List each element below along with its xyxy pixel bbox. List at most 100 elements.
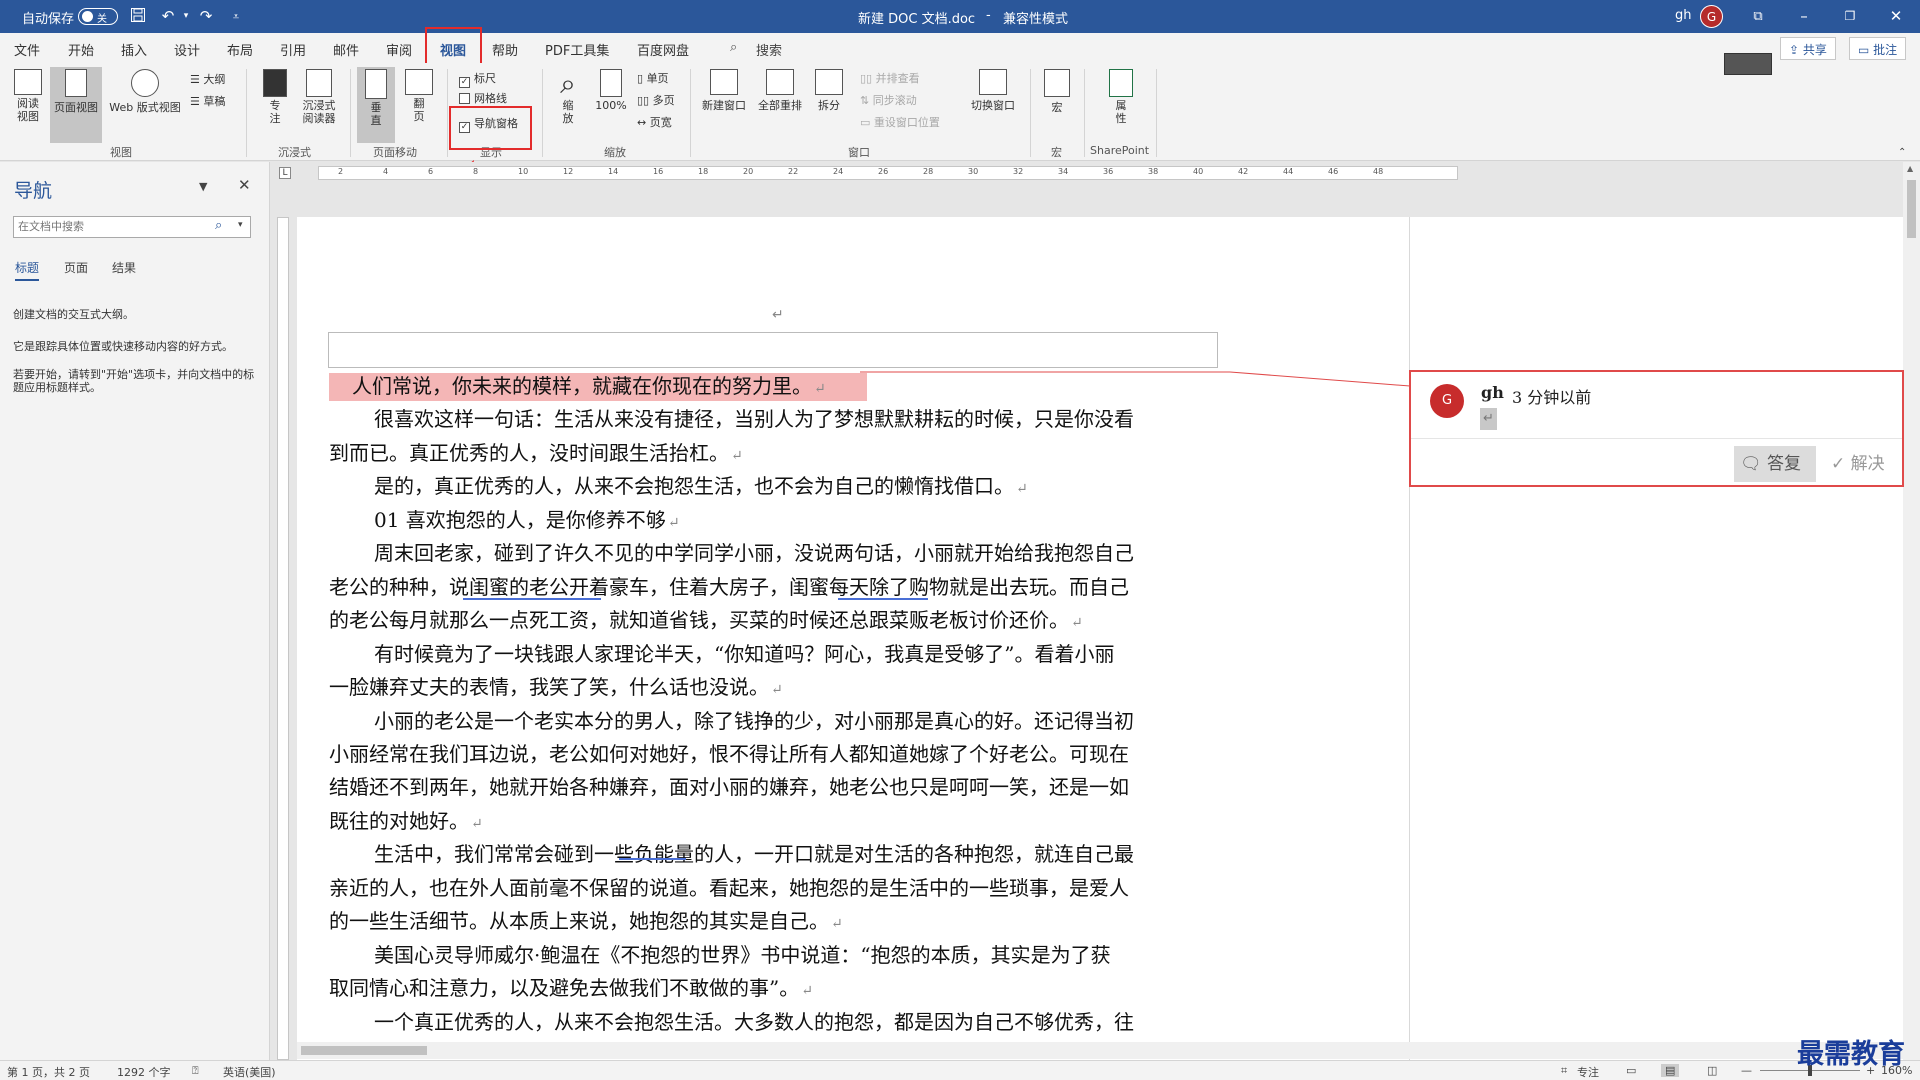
- outline-button[interactable]: ☰ 大纲: [190, 71, 225, 87]
- close-icon[interactable]: ✕: [1886, 7, 1906, 26]
- comment-text-input[interactable]: ↵: [1480, 408, 1497, 430]
- undo-icon[interactable]: ↶: [158, 7, 178, 26]
- horizontal-ruler[interactable]: L 2 4 6 8 10 12 14 16 18 20 22 24 26 28 30 32 34 36 38 40 42…: [271, 162, 1903, 184]
- multiple-pages-button[interactable]: ▯▯ 多页: [637, 92, 675, 108]
- view-side-by-side-button[interactable]: ▯▯ 并排查看: [860, 70, 920, 86]
- document-line[interactable]: 周末回老家，碰到了许久不见的中学同学小丽，没说两句话，小丽就开始给我抱怨自己: [374, 541, 1134, 565]
- gridlines-checkbox[interactable]: 网格线: [459, 90, 507, 106]
- vertical-ruler[interactable]: [271, 217, 293, 1060]
- nav-search-dropdown-icon[interactable]: ▾: [238, 220, 243, 230]
- draft-button[interactable]: ☰ 草稿: [190, 93, 225, 109]
- tell-me-search[interactable]: 搜索: [756, 40, 782, 59]
- sync-scroll-button[interactable]: ⇅ 同步滚动: [860, 92, 917, 108]
- document-line[interactable]: 01 喜欢抱怨的人，是你修养不够 ↵: [374, 508, 680, 535]
- tab-pdf-tools[interactable]: PDF工具集: [545, 40, 609, 59]
- focus-mode-label[interactable]: 专注: [1577, 1064, 1599, 1080]
- print-layout-status-icon[interactable]: ▤: [1661, 1064, 1680, 1077]
- restore-icon[interactable]: ❐: [1840, 7, 1860, 26]
- word-count[interactable]: 1292 个字: [117, 1064, 171, 1080]
- resolve-button[interactable]: ✓ 解决: [1827, 446, 1903, 482]
- document-line[interactable]: 一个真正优秀的人，从来不会抱怨生活。大多数人的抱怨，都是因为自己不够优秀，往: [374, 1010, 1134, 1034]
- collapse-ribbon-icon[interactable]: ⌃: [1898, 147, 1906, 158]
- comments-button[interactable]: ▭ 批注: [1849, 37, 1907, 60]
- properties-button[interactable]: 属 性: [1104, 69, 1138, 125]
- redo-icon[interactable]: ↷: [196, 7, 216, 26]
- new-window-button[interactable]: 新建窗口: [700, 69, 748, 113]
- web-layout-button[interactable]: Web 版式视图: [104, 69, 186, 115]
- macros-button[interactable]: 宏: [1040, 69, 1074, 115]
- tab-stop-selector-icon[interactable]: L: [279, 167, 291, 179]
- user-name[interactable]: gh: [1675, 8, 1692, 23]
- hscroll-thumb[interactable]: [301, 1046, 427, 1055]
- nav-close-icon[interactable]: ✕: [238, 176, 251, 194]
- nav-tab-results[interactable]: 结果: [112, 259, 136, 276]
- focus-button[interactable]: 专 注: [260, 69, 290, 125]
- document-line[interactable]: 一脸嫌弃丈夫的表情，我笑了笑，什么话也没说。 ↵: [329, 675, 783, 702]
- tab-review[interactable]: 审阅: [386, 40, 412, 59]
- page-count[interactable]: 第 1 页，共 2 页: [7, 1064, 90, 1080]
- document-line[interactable]: 的老公每月就那么一点死工资，就知道省钱，买菜的时候还总跟菜贩老板讨价还价。 ↵: [329, 608, 1083, 635]
- customize-qat-icon[interactable]: ⩡: [226, 7, 246, 26]
- immersive-reader-button[interactable]: 沉浸式 阅读器: [297, 69, 341, 125]
- ruler-checkbox[interactable]: ✓ 标尺: [459, 70, 496, 88]
- tab-baidu-netdisk[interactable]: 百度网盘: [637, 40, 689, 59]
- web-layout-status-icon[interactable]: ◫: [1707, 1064, 1717, 1077]
- read-mode-status-icon[interactable]: ▭: [1626, 1064, 1636, 1077]
- tab-home[interactable]: 开始: [68, 40, 94, 59]
- page-width-button[interactable]: ↔ 页宽: [637, 114, 672, 130]
- autosave-toggle[interactable]: 关: [78, 8, 118, 25]
- tab-design[interactable]: 设计: [174, 40, 200, 59]
- document-line[interactable]: 到而已。真正优秀的人，没时间跟生活抬杠。 ↵: [329, 441, 743, 468]
- document-line[interactable]: 生活中，我们常常会碰到一些负能量的人，一开口就是对生活的各种抱怨，就连自己最: [374, 842, 1134, 866]
- vertical-button[interactable]: 垂 直: [360, 69, 392, 127]
- print-layout-button[interactable]: 页面视图: [51, 69, 101, 115]
- tab-insert[interactable]: 插入: [121, 40, 147, 59]
- proofing-icon[interactable]: ⍰: [192, 1064, 199, 1078]
- horizontal-scrollbar[interactable]: [297, 1042, 1903, 1059]
- switch-windows-button[interactable]: 切换窗口: [968, 69, 1018, 113]
- ribbon-display-options-icon[interactable]: ⧉: [1748, 7, 1768, 26]
- document-line[interactable]: 人们常说，你未来的模样，就藏在你现在的努力里。 ↵: [352, 374, 826, 401]
- share-button[interactable]: ⇪ 共享: [1780, 37, 1836, 60]
- user-avatar[interactable]: G: [1700, 5, 1723, 28]
- document-line[interactable]: 美国心灵导师威尔·鲍温在《不抱怨的世界》书中说道：“抱怨的本质，其实是为了获: [374, 943, 1111, 967]
- document-line[interactable]: 的一些生活细节。从本质上来说，她抱怨的其实是自己。 ↵: [329, 909, 843, 936]
- tab-file[interactable]: 文件: [14, 40, 40, 59]
- document-line[interactable]: 是的，真正优秀的人，从来不会抱怨生活，也不会为自己的懒惰找借口。 ↵: [374, 474, 1028, 501]
- document-line[interactable]: 结婚还不到两年，她就开始各种嫌弃，面对小丽的嫌弃，她老公也只是呵呵一笑，还是一如: [329, 775, 1129, 799]
- document-line[interactable]: 很喜欢这样一句话：生活从来没有捷径，当别人为了梦想默默耕耘的时候，只是你没看: [374, 407, 1134, 431]
- reset-window-button[interactable]: ▭ 重设窗口位置: [860, 114, 940, 130]
- reply-button[interactable]: 🗨 答复: [1734, 446, 1816, 482]
- nav-search-icon[interactable]: ⌕: [215, 218, 222, 233]
- vscroll-thumb[interactable]: [1907, 180, 1916, 238]
- comment-card[interactable]: G gh 3 分钟以前 ↵ 🗨 答复 ✓ 解决: [1409, 370, 1904, 487]
- tab-layout[interactable]: 布局: [227, 40, 253, 59]
- tab-references[interactable]: 引用: [280, 40, 306, 59]
- zoom-100-button[interactable]: 100%: [594, 69, 628, 112]
- read-mode-button[interactable]: 阅读 视图: [10, 69, 46, 123]
- one-page-button[interactable]: ▯ 单页: [637, 70, 669, 86]
- scroll-up-icon[interactable]: ▲: [1907, 164, 1913, 173]
- vertical-scrollbar[interactable]: ▲: [1903, 162, 1920, 1060]
- document-line[interactable]: 既往的对她好。 ↵: [329, 809, 483, 836]
- save-icon[interactable]: [128, 7, 148, 26]
- language-indicator[interactable]: 英语(美国): [223, 1064, 276, 1080]
- document-line[interactable]: 有时候竟为了一块钱跟人家理论半天，“你知道吗？阿心，我真是受够了”。看着小丽: [374, 642, 1114, 666]
- nav-tab-pages[interactable]: 页面: [64, 259, 88, 276]
- tab-help[interactable]: 帮助: [492, 40, 518, 59]
- search-icon[interactable]: ⌕: [730, 40, 737, 55]
- zoom-out-button[interactable]: —: [1741, 1064, 1752, 1077]
- nav-options-chevron-down-icon[interactable]: ▼: [199, 180, 207, 193]
- document-line[interactable]: 老公的种种，说闺蜜的老公开着豪车，住着大房子，闺蜜每天除了购物就是出去玩。而自己: [329, 575, 1129, 599]
- undo-dropdown-icon[interactable]: ▾: [176, 7, 196, 26]
- focus-mode-icon[interactable]: ⌗: [1561, 1064, 1567, 1078]
- side-to-side-button[interactable]: 翻 页: [402, 69, 436, 123]
- split-button[interactable]: 拆分: [812, 69, 846, 113]
- document-line[interactable]: 亲近的人，也在外人面前毫不保留的说道。看起来，她抱怨的是生活中的一些琐事，是爱人: [329, 876, 1129, 900]
- document-line[interactable]: 小丽的老公是一个老实本分的男人，除了钱挣的少，对小丽那是真心的好。还记得当初: [374, 709, 1134, 733]
- document-line[interactable]: 取同情心和注意力，以及避免去做我们不敢做的事”。 ↵: [329, 976, 813, 1003]
- tab-mailings[interactable]: 邮件: [333, 40, 359, 59]
- nav-tab-headings[interactable]: 标题: [15, 259, 40, 281]
- zoom-button[interactable]: ⌕ 缩 放: [551, 69, 585, 126]
- addin-s-icon[interactable]: [1724, 53, 1772, 75]
